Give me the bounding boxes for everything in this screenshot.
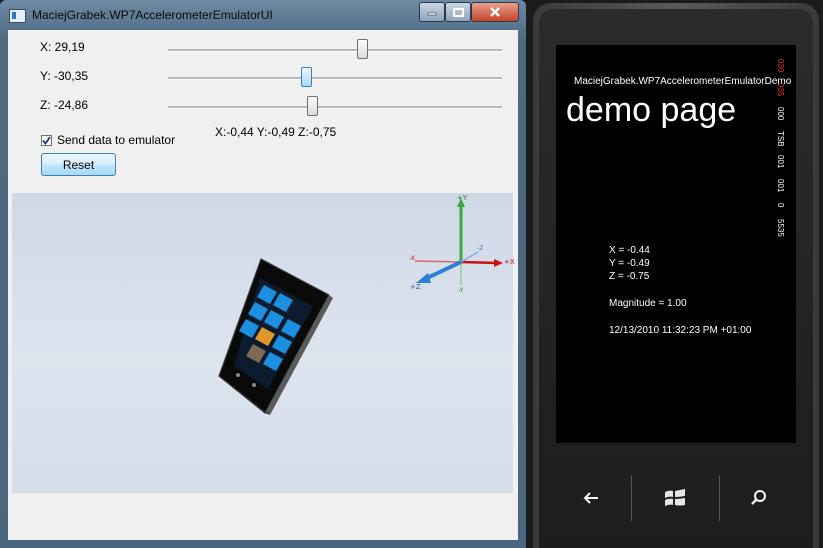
x-value-label: X: 29,19 — [40, 40, 85, 54]
title-bar[interactable]: MaciejGrabek.WP7AccelerometerEmulatorUI — [0, 0, 526, 30]
back-arrow-icon — [583, 492, 598, 504]
y-reading: Y = -0.49 — [609, 258, 650, 269]
phone-3d-model — [218, 258, 333, 415]
counter-5: 001 — [776, 179, 785, 193]
counter-6: 0 — [776, 203, 785, 208]
minimize-icon — [427, 12, 437, 16]
y-value-label: Y: -30,35 — [40, 69, 89, 83]
counter-7: 5535 — [776, 219, 785, 237]
send-data-checkbox-row[interactable]: Send data to emulator — [41, 133, 175, 147]
counter-4: 001 — [776, 155, 785, 169]
windows-logo-icon — [665, 489, 685, 506]
counter-3: TSB — [776, 131, 785, 147]
gizmo-plus-x: +X — [504, 258, 515, 266]
app-window-icon — [9, 9, 26, 23]
gizmo-plus-z: +Z — [410, 283, 421, 291]
counter-1: 035 — [776, 83, 785, 97]
nav-separator — [719, 475, 720, 521]
x-slider-track[interactable] — [168, 49, 502, 52]
z-slider-track[interactable] — [168, 106, 502, 109]
gizmo-minus-x: -X — [409, 255, 415, 262]
close-icon — [490, 7, 500, 17]
z-slider[interactable] — [168, 96, 502, 118]
minimize-button[interactable] — [419, 2, 445, 22]
hardware-nav-bar — [539, 463, 813, 533]
x-slider-thumb[interactable] — [357, 39, 368, 59]
search-icon — [751, 490, 766, 505]
window-client-area: X: 29,19 Y: -30,35 Z: -24,86 X:-0,44 Y:-… — [8, 30, 518, 540]
phone-body: MaciejGrabek.WP7AccelerometerEmulatorDem… — [539, 9, 813, 548]
gizmo-minus-z: -Z — [477, 245, 484, 252]
app-name: MaciejGrabek.WP7AccelerometerEmulatorDem… — [574, 76, 792, 87]
gizmo-plus-y: +Y — [457, 194, 468, 202]
maximize-icon — [452, 7, 464, 17]
search-button[interactable] — [739, 481, 779, 515]
send-data-label: Send data to emulator — [57, 133, 176, 147]
page-title: demo page — [566, 91, 737, 129]
window-title: MaciejGrabek.WP7AccelerometerEmulatorUI — [32, 8, 273, 22]
magnitude-reading: Magnitude = 1.00 — [609, 298, 687, 309]
nav-separator — [631, 475, 632, 521]
y-slider[interactable] — [168, 67, 502, 89]
frame-rate-counters: 030 035 000 TSB 001 001 0 5535 — [776, 59, 796, 249]
z-slider-thumb[interactable] — [307, 96, 318, 116]
axis-gizmo — [414, 198, 503, 285]
z-value-label: Z: -24,86 — [40, 98, 89, 112]
x-slider[interactable] — [168, 39, 502, 61]
wp7-emulator: MaciejGrabek.WP7AccelerometerEmulatorDem… — [533, 3, 819, 548]
close-button[interactable] — [471, 2, 519, 22]
start-button[interactable] — [655, 481, 695, 515]
counter-0: 030 — [776, 59, 785, 73]
timestamp: 12/13/2010 11:32:23 PM +01:00 — [609, 325, 752, 336]
back-button[interactable] — [571, 481, 611, 515]
counter-2: 000 — [776, 107, 785, 121]
3d-viewport[interactable]: +Y -Y +X -X +Z -Z — [12, 193, 515, 493]
y-slider-thumb[interactable] — [301, 67, 312, 87]
scene-canvas — [218, 198, 503, 415]
vector-readout: X:-0,44 Y:-0,49 Z:-0,75 — [215, 125, 337, 139]
z-reading: Z = -0.75 — [609, 271, 650, 282]
reset-button[interactable]: Reset — [41, 153, 116, 176]
send-data-checkbox[interactable] — [41, 134, 52, 146]
checkmark-icon — [42, 135, 51, 145]
gizmo-minus-y: -Y — [458, 287, 464, 294]
y-slider-track[interactable] — [168, 77, 502, 80]
phone-screen[interactable]: MaciejGrabek.WP7AccelerometerEmulatorDem… — [556, 45, 796, 443]
x-reading: X = -0.44 — [609, 245, 650, 256]
maximize-button[interactable] — [445, 2, 471, 22]
emulator-ui-window: MaciejGrabek.WP7AccelerometerEmulatorUI … — [0, 0, 526, 548]
